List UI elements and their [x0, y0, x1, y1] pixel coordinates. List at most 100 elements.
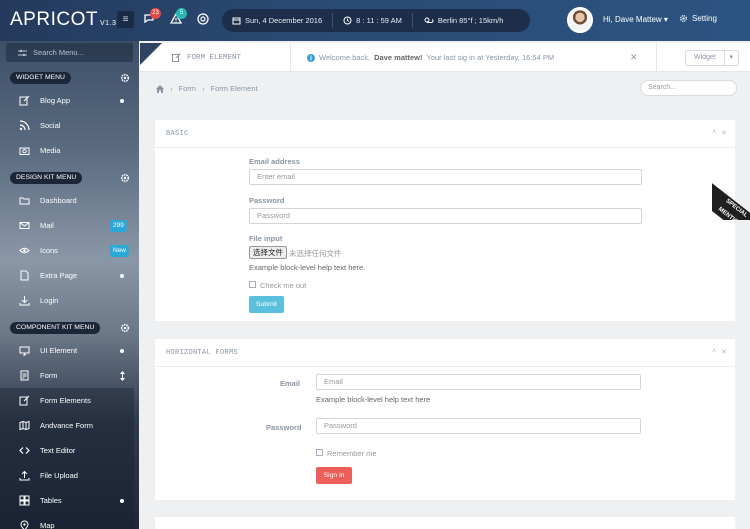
sidebar-item-label: Form Elements: [40, 396, 91, 405]
updown-arrow-icon: [120, 370, 125, 381]
lifebuoy-icon: [197, 13, 209, 25]
sidebar-item-label: Social: [40, 121, 61, 130]
sign-in-button[interactable]: Sign in: [316, 467, 352, 484]
content-search-input[interactable]: Search...: [640, 80, 737, 96]
messages-badge: 23: [150, 8, 161, 19]
widget-dropdown[interactable]: Widget ▾: [685, 50, 739, 66]
camera-icon: [19, 147, 30, 155]
lifebuoy-button[interactable]: [196, 12, 210, 26]
sidebar-item-label: Extra Page: [40, 271, 78, 280]
eye-icon: [19, 247, 30, 254]
edit-icon: [19, 395, 30, 406]
app-logo[interactable]: APRICOT V1.3: [10, 9, 116, 31]
checkbox-label: Remember me: [327, 449, 377, 458]
chevron-right-icon: ›: [202, 84, 205, 93]
sidebar-item-label: Icons: [40, 246, 58, 255]
sidebar-item-label: Form: [40, 371, 58, 380]
home-icon[interactable]: [156, 84, 164, 93]
checkbox-label: Check me out: [260, 281, 307, 290]
page-title-text: FORM ELEMENT: [187, 53, 242, 62]
sidebar-search-input[interactable]: Search Menu...: [6, 43, 133, 62]
sidebar-item-label: Media: [40, 146, 61, 155]
sidebar-item-tables[interactable]: Tables: [0, 488, 139, 513]
sidebar-item-ui-element[interactable]: UI Element: [0, 338, 139, 363]
pencil-square-icon: [19, 95, 30, 106]
user-name: Hi, Dave Mattew: [603, 15, 662, 24]
sidebar-item-andvance-form[interactable]: Andvance Form: [0, 413, 139, 438]
alerts-button[interactable]: 5: [169, 8, 187, 26]
gear-icon[interactable]: [120, 173, 130, 183]
code-icon: [19, 447, 30, 454]
breadcrumb: › Form › Form Element: [156, 84, 258, 93]
password-input[interactable]: Password: [249, 208, 642, 224]
sidebar-item-label: File Upload: [40, 471, 78, 480]
time-text: 8 : 11 : 59 AM: [356, 16, 402, 25]
sidebar-item-text-editor[interactable]: Text Editor: [0, 438, 139, 463]
form-icon: [20, 370, 29, 381]
dot-indicator: [120, 348, 124, 353]
breadcrumb-item[interactable]: Form: [179, 84, 197, 93]
gear-icon[interactable]: [120, 323, 130, 333]
user-menu[interactable]: Hi, Dave Mattew ▾: [603, 15, 668, 24]
panel-title: BASIC: [166, 130, 189, 138]
page-header-bar: FORM ELEMENT Welcome back, Dave mattew! …: [140, 43, 750, 72]
sidebar-item-login[interactable]: Login: [0, 288, 139, 313]
collapse-icon[interactable]: ˄: [712, 348, 716, 356]
section-header-design-kit-menu: DESIGN KIT MENU: [10, 172, 83, 184]
caret-down-icon: ▾: [723, 51, 738, 65]
welcome-name: Dave mattew!: [374, 53, 423, 62]
sidebar-item-icons[interactable]: Icons New: [0, 238, 139, 263]
check-me-out-checkbox[interactable]: [249, 281, 256, 288]
email-input[interactable]: Enter email: [249, 169, 642, 185]
sidebar-item-form[interactable]: Form: [0, 363, 139, 388]
file-icon: [20, 270, 29, 281]
sidebar-item-mail[interactable]: Mail 299: [0, 213, 139, 238]
new-badge: New: [110, 244, 130, 257]
file-status-text: 未选择任何文件: [289, 249, 342, 258]
email-input[interactable]: Email: [316, 374, 641, 390]
dot-indicator: [120, 498, 124, 503]
date-display: Sun, 4 December 2016: [222, 9, 332, 32]
sidebar-item-label: Dashboard: [40, 196, 77, 205]
top-navbar: APRICOT V1.3 ≡ 23 5 Sun, 4 December 2016 …: [0, 0, 750, 41]
close-icon[interactable]: ✕: [721, 129, 727, 137]
sidebar-item-form-elements[interactable]: Form Elements: [0, 388, 139, 413]
file-choose-button[interactable]: 选择文件: [249, 246, 287, 259]
sidebar-item-extra-page[interactable]: Extra Page: [0, 263, 139, 288]
sidebar-item-map[interactable]: Map: [0, 513, 139, 529]
close-icon[interactable]: ✕: [721, 348, 727, 356]
welcome-prefix: Welcome back,: [319, 53, 371, 62]
email-label: Email address: [249, 157, 300, 166]
sidebar-item-social[interactable]: Social: [0, 113, 139, 138]
chevron-right-icon: ›: [170, 84, 173, 93]
sliders-icon: [18, 49, 27, 56]
panel-controls: ˄ ✕: [712, 129, 727, 137]
section-header-component-kit-menu: COMPONENT KIT MENU: [10, 322, 101, 334]
password-input[interactable]: Password: [316, 418, 641, 434]
panel-title: HORIZONTAL FORMS: [166, 349, 239, 357]
panel-header: HORIZONTAL FORMS ˄ ✕: [155, 339, 735, 367]
alerts-badge: 5: [176, 8, 187, 19]
settings-button[interactable]: Setting: [679, 14, 717, 23]
monitor-icon: [19, 346, 30, 356]
collapse-icon[interactable]: ˄: [712, 129, 716, 137]
sidebar: Search Menu... WIDGET MENU Blog App Soci…: [0, 41, 139, 529]
sidebar-item-file-upload[interactable]: File Upload: [0, 463, 139, 488]
map-icon: [19, 420, 30, 431]
sidebar-item-dashboard[interactable]: Dashboard: [0, 188, 139, 213]
divider: [290, 43, 291, 72]
sidebar-item-media[interactable]: Media: [0, 138, 139, 163]
submit-button[interactable]: Submit: [249, 296, 284, 313]
close-icon[interactable]: ✕: [630, 52, 638, 63]
menu-toggle-button[interactable]: ≡: [117, 11, 134, 28]
divider: [656, 43, 657, 72]
welcome-message: Welcome back, Dave mattew! Your last sig…: [307, 53, 554, 62]
user-avatar[interactable]: [567, 7, 593, 33]
special-mention-ribbon: SPECIAL MENTION: [712, 160, 750, 220]
remember-me-checkbox[interactable]: [316, 449, 323, 456]
sidebar-item-blog-app[interactable]: Blog App: [0, 88, 139, 113]
messages-button[interactable]: 23: [143, 8, 161, 26]
weather-icon: [424, 17, 434, 23]
gear-icon[interactable]: [120, 73, 130, 83]
sidebar-item-label: Map: [40, 521, 55, 529]
